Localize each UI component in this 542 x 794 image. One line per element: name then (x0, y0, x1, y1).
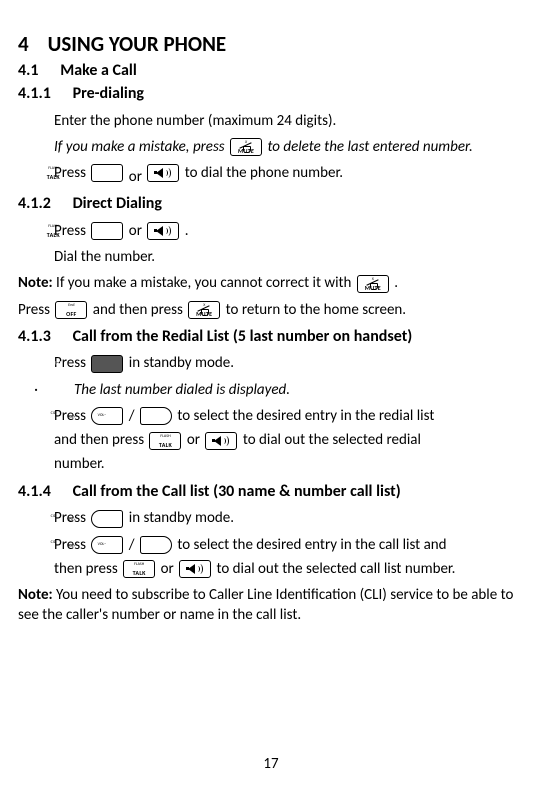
text-b: in standby mode. (129, 509, 234, 527)
heading-4-1-2: 4.1.2 Direct Dialing (18, 193, 524, 215)
voldn-key-icon: VOL− (140, 407, 172, 425)
step-pd-1-note: If you make a mistake, press XMUTE to de… (18, 137, 524, 157)
text-d: to dial out the selected call list numbe… (217, 560, 456, 578)
heading-title: Direct Dialing (73, 194, 162, 213)
note-text: If you make a mistake, you cannot correc… (53, 274, 355, 292)
heading-title: Call from the Redial List (5 last number… (73, 327, 413, 346)
heading-num: 4.1.1 (18, 84, 51, 103)
step-rd-2-cont2: number. (18, 454, 524, 474)
step-pd-2: 2.Press FLASHTALK or to dial the phone n… (18, 163, 524, 187)
step-rd-2: 2.Press CID VOL+ / VOL− to select the de… (18, 406, 524, 426)
speaker-key-icon (147, 222, 179, 240)
talk-key-icon: FLASHTALK (123, 560, 155, 578)
step-num: 1. (18, 508, 54, 528)
bullet-icon (54, 381, 74, 399)
step-num: 2. (18, 406, 54, 426)
heading-num: 4.1 (18, 61, 39, 80)
talk-key-icon: FLASHTALK (149, 432, 181, 450)
talk-key-icon: FLASHTALK (91, 222, 123, 240)
or-text: or (187, 431, 204, 449)
text-b: and then press (93, 301, 186, 319)
speaker-key-icon (147, 164, 179, 182)
speaker-key-icon (179, 560, 211, 578)
heading-title: Call from the Call list (30 name & numbe… (73, 482, 401, 501)
text-c: to return to the home screen. (226, 301, 406, 319)
page-number: 17 (0, 754, 542, 774)
voldn-key-icon: VOL− (140, 536, 172, 554)
text-b: to delete the last entered number. (267, 138, 472, 156)
heading-num: 4 (18, 31, 29, 57)
end-key-icon: EndOFF (55, 301, 87, 319)
step-cl-1: 1.Press CID VOL+ in standby mode. (18, 508, 524, 528)
step-num: 2. (18, 535, 54, 555)
heading-4-1-1: 4.1.1 Pre-dialing (18, 83, 524, 105)
note-text: You need to subscribe to Caller Line Ide… (18, 586, 513, 624)
mute-key-icon: XMUTE (357, 275, 389, 293)
note-dd-1: Note: If you make a mistake, you cannot … (18, 273, 524, 293)
text-c: and then press (54, 431, 147, 449)
text-a: If you make a mistake, press (54, 138, 228, 156)
step-num: 1. (18, 111, 54, 131)
mute-key-icon: XMUTE (188, 301, 220, 319)
heading-num: 4.1.4 (18, 482, 51, 501)
note-end: . (394, 274, 398, 292)
text-b: in standby mode. (129, 354, 234, 372)
note-label: Note: (18, 274, 53, 292)
text-end: . (185, 222, 189, 240)
step-dd-2: 2.Dial the number. (18, 247, 524, 267)
step-rd-2-cont: and then press FLASHTALK or to dial out … (18, 430, 524, 450)
step-pd-1: 1.Enter the phone number (maximum 24 dig… (18, 111, 524, 131)
heading-4: 4 USING YOUR PHONE (18, 30, 524, 58)
note-cl: Note: You need to subscribe to Caller Li… (18, 585, 524, 626)
speaker-key-icon (205, 432, 237, 450)
text-d: to dial out the selected redial (243, 431, 421, 449)
text-a: Press (18, 301, 53, 319)
step-dd-1: 1.Press FLASHTALK or . (18, 221, 524, 241)
text-b: to select the desired entry in the call … (177, 536, 446, 554)
talk-key-icon: FLASHTALK (91, 164, 123, 182)
bullet-text: The last number dialed is displayed. (74, 381, 290, 399)
text-c: then press (54, 560, 121, 578)
or-text: or (129, 168, 142, 186)
redial-key-icon: REDIAL (91, 355, 123, 373)
or-text: or (161, 560, 178, 578)
step-cl-2: 2.Press CID VOL+ / VOL− to select the de… (18, 535, 524, 555)
text-b: to dial the phone number. (185, 164, 343, 182)
text-e: number. (54, 455, 105, 473)
or-text: or (129, 222, 146, 240)
step-num: 2. (18, 247, 54, 267)
step-text: Enter the phone number (maximum 24 digit… (54, 112, 336, 130)
heading-title: USING YOUR PHONE (48, 31, 227, 57)
step-text: Dial the number. (54, 248, 155, 266)
heading-4-1-3: 4.1.3 Call from the Redial List (5 last … (18, 326, 524, 348)
heading-num: 4.1.2 (18, 194, 51, 213)
mute-key-icon: XMUTE (230, 138, 262, 156)
volup-key-icon: CID VOL+ (91, 510, 123, 528)
text-b: to select the desired entry in the redia… (177, 407, 434, 425)
heading-title: Make a Call (60, 61, 137, 80)
heading-title: Pre-dialing (73, 84, 144, 103)
heading-4-1: 4.1 Make a Call (18, 60, 524, 82)
note-label: Note: (18, 586, 53, 604)
heading-4-1-4: 4.1.4 Call from the Call list (30 name &… (18, 481, 524, 503)
step-cl-2-cont: then press FLASHTALK or to dial out the … (18, 559, 524, 579)
step-rd-bullet: The last number dialed is displayed. (18, 380, 524, 400)
heading-num: 4.1.3 (18, 327, 51, 346)
note-dd-2: Press EndOFF and then press XMUTE to ret… (18, 300, 524, 320)
step-rd-1: 1.Press REDIAL in standby mode. (18, 353, 524, 373)
